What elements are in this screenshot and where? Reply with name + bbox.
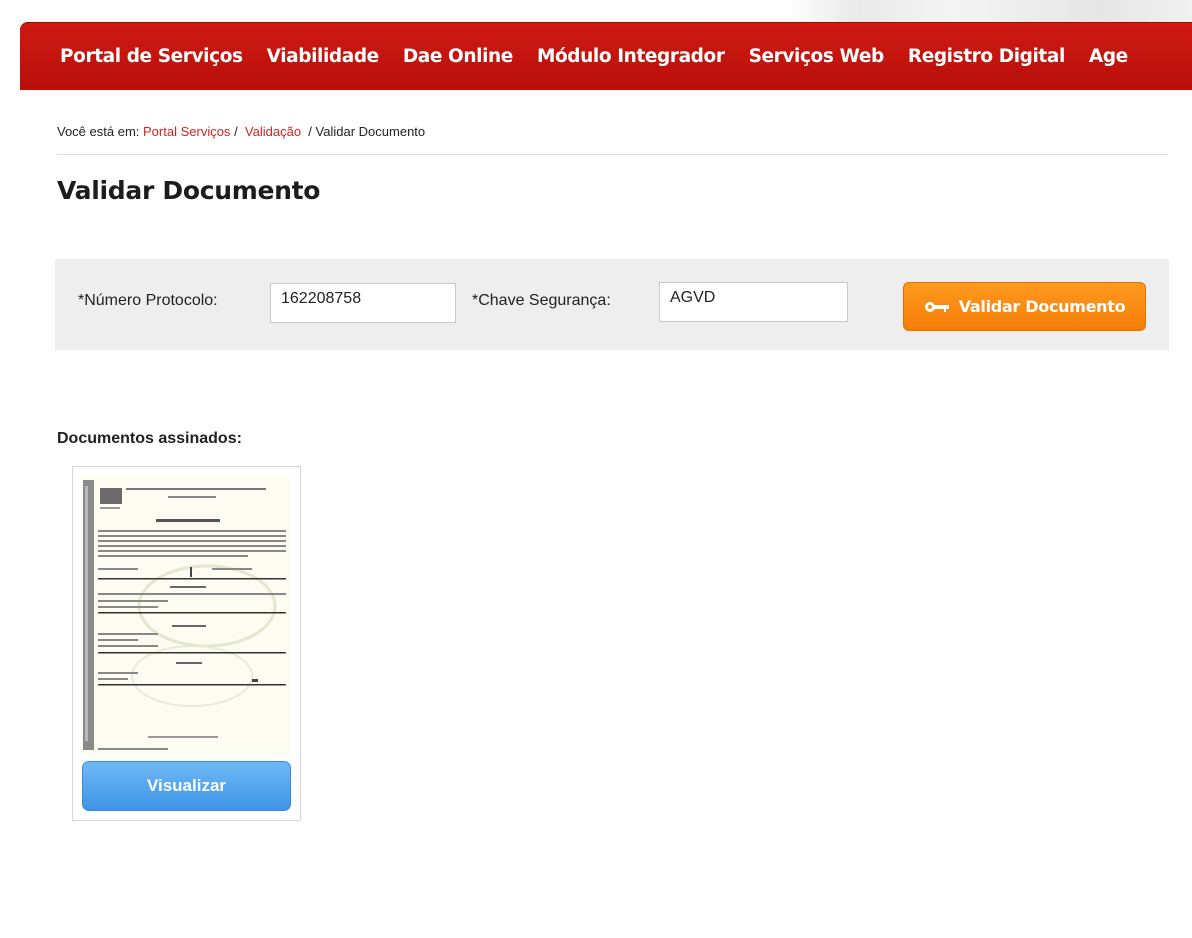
breadcrumb-separator: / bbox=[234, 124, 238, 139]
main-navbar: Portal de Serviços Viabilidade Dae Onlin… bbox=[20, 22, 1192, 90]
security-key-label: *Chave Segurança: bbox=[472, 292, 611, 309]
nav-item-registro-digital[interactable]: Registro Digital bbox=[908, 46, 1065, 67]
breadcrumb-current: Validar Documento bbox=[315, 124, 426, 139]
nav-item-age[interactable]: Age bbox=[1089, 46, 1128, 67]
divider bbox=[57, 154, 1168, 155]
document-preview-image bbox=[82, 476, 290, 755]
page-title: Validar Documento bbox=[57, 176, 321, 205]
security-key-input[interactable]: AGVD bbox=[659, 282, 848, 322]
protocol-number-label: *Número Protocolo: bbox=[78, 292, 218, 309]
signed-documents-title: Documentos assinados: bbox=[57, 430, 242, 447]
breadcrumb-prefix: Você está em: bbox=[57, 124, 140, 139]
breadcrumb-separator: / bbox=[308, 124, 312, 139]
top-background-strip bbox=[0, 0, 1192, 22]
document-thumbnail[interactable] bbox=[82, 476, 290, 755]
key-icon bbox=[924, 301, 949, 312]
breadcrumb-link-portal-servicos[interactable]: Portal Serviços bbox=[143, 124, 230, 139]
protocol-number-input[interactable]: 162208758 bbox=[270, 283, 456, 323]
validate-document-label: Validar Documento bbox=[958, 297, 1126, 316]
nav-item-modulo-integrador[interactable]: Módulo Integrador bbox=[537, 46, 725, 67]
nav-item-servicos-web[interactable]: Serviços Web bbox=[749, 46, 885, 67]
nav-item-dae-online[interactable]: Dae Online bbox=[403, 46, 514, 67]
breadcrumb-link-validacao[interactable]: Validação bbox=[245, 124, 301, 139]
validation-form-panel: *Número Protocolo: 162208758 *Chave Segu… bbox=[55, 259, 1169, 350]
view-document-button[interactable]: Visualizar bbox=[82, 761, 291, 811]
breadcrumb: Você está em: Portal Serviços / Validaçã… bbox=[57, 124, 425, 139]
validate-document-button[interactable]: Validar Documento bbox=[903, 282, 1146, 331]
nav-item-viabilidade[interactable]: Viabilidade bbox=[267, 46, 380, 67]
nav-item-portal-servicos[interactable]: Portal de Serviços bbox=[60, 46, 243, 67]
document-card: Visualizar bbox=[72, 466, 301, 821]
